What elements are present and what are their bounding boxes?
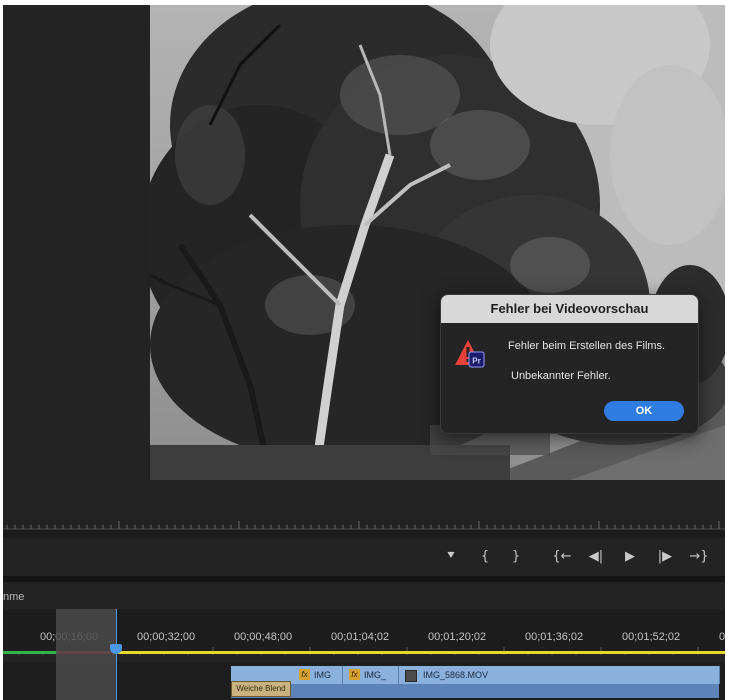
marker-icon: ⯆ — [445, 549, 457, 564]
ruler-separator — [3, 530, 725, 538]
ruler-ticks — [3, 521, 725, 530]
timecode-label: 00;01;36;02 — [525, 631, 584, 643]
fx-icon: fx — [299, 669, 310, 680]
dialog-detail: Unbekannter Fehler. — [511, 370, 611, 382]
timeline-clip[interactable]: IMG_5868.MOV — [399, 666, 720, 684]
mark-in-icon: { — [480, 549, 490, 564]
transport-controls: ⯆ { } {← ◀| ▶ |▶ →} — [3, 538, 725, 576]
go-to-out-button[interactable]: →} — [688, 547, 710, 567]
dialog-message: Fehler beim Erstellen des Films. — [508, 340, 666, 352]
premiere-window: ⯆ { } {← ◀| ▶ |▶ →} nme 00;00;16;00 00;0… — [3, 5, 725, 700]
render-bar-green — [3, 651, 58, 654]
step-forward-icon: |▶ — [657, 549, 673, 564]
source-panel — [3, 5, 150, 480]
step-forward-button[interactable]: |▶ — [654, 547, 676, 567]
clip-name: IMG_5868.MOV — [423, 670, 489, 680]
timeline-panel-label: nme — [3, 591, 25, 603]
playhead-line — [116, 609, 117, 700]
clip-icon — [405, 670, 417, 682]
monitor-background — [3, 480, 725, 515]
play-icon: ▶ — [625, 549, 635, 564]
timecode-label: 0 — [719, 631, 725, 643]
timecode-label: 00;01;04;02 — [331, 631, 390, 643]
go-to-out-icon: →} — [689, 549, 709, 564]
add-marker-button[interactable]: ⯆ — [441, 547, 461, 567]
play-button[interactable]: ▶ — [620, 547, 640, 567]
timecode-label: 00;00;48;00 — [234, 631, 293, 643]
timecode-label: 00;01;20;02 — [428, 631, 487, 643]
error-dialog: Fehler bei Videovorschau Pr Fehler beim … — [440, 294, 699, 434]
dialog-title: Fehler bei Videovorschau — [441, 295, 698, 323]
premiere-warning-icon: Pr — [455, 340, 485, 368]
render-bar-yellow — [118, 651, 725, 654]
timeline-clip[interactable]: fx IMG_ — [343, 666, 399, 684]
pr-badge-text: Pr — [472, 357, 480, 366]
go-to-in-icon: {← — [552, 549, 572, 564]
step-back-icon: ◀| — [588, 549, 604, 564]
fx-icon: fx — [349, 669, 360, 680]
mark-out-button[interactable]: } — [506, 547, 526, 567]
clip-name: IMG_ — [364, 670, 387, 680]
clip-name: IMG — [314, 670, 331, 680]
timeline-panel: nme 00;00;16;00 00;00;32;00 00;00;48;00 … — [3, 582, 725, 700]
timecode-label: 00;00;32;00 — [137, 631, 196, 643]
transition-cross-dissolve[interactable]: Weiche Blend — [231, 681, 291, 697]
mark-in-button[interactable]: { — [475, 547, 495, 567]
work-area-highlight — [56, 609, 117, 700]
timecode-label: 00;01;52;02 — [622, 631, 681, 643]
program-monitor-ruler[interactable] — [3, 515, 725, 530]
mark-out-icon: } — [511, 549, 521, 564]
step-back-button[interactable]: ◀| — [585, 547, 607, 567]
ok-button[interactable]: OK — [604, 401, 684, 421]
clip-strip — [231, 684, 719, 698]
go-to-in-button[interactable]: {← — [551, 547, 573, 567]
